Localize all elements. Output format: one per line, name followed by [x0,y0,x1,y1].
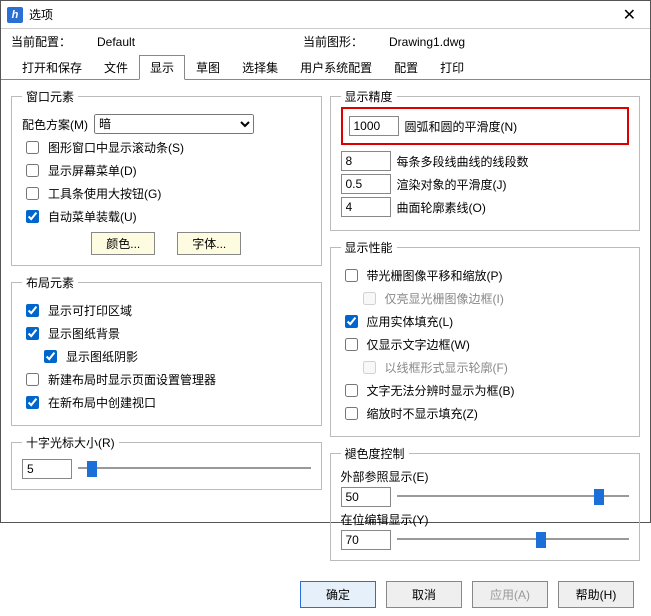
text-frame-checkbox[interactable] [345,338,358,351]
text-box-checkbox[interactable] [345,384,358,397]
color-button[interactable]: 颜色... [91,232,155,255]
inplace-fade-slider[interactable] [397,532,630,548]
printable-area-checkbox[interactable] [26,304,39,317]
apply-button: 应用(A) [472,581,548,608]
display-perf-group: 显示性能 带光栅图像平移和缩放(P) 仅亮显光栅图像边框(I) 应用实体填充(L… [330,239,641,437]
scrollbars-checkbox[interactable] [26,141,39,154]
tab-display[interactable]: 显示 [139,55,185,80]
window-elements-legend: 窗口元素 [22,88,78,105]
display-precision-group: 显示精度 圆弧和圆的平滑度(N) 每条多段线曲线的线段数 渲染对象的平滑度(J)… [330,88,641,231]
xref-fade-label: 外部参照显示(E) [341,468,630,485]
current-drawing-value: Drawing1.dwg [389,35,465,49]
highlight-box: 圆弧和圆的平滑度(N) [341,107,630,145]
current-drawing-label: 当前图形： [303,33,383,50]
polyline-segs-label: 每条多段线曲线的线段数 [397,153,529,170]
display-precision-legend: 显示精度 [341,88,397,105]
inplace-fade-label: 在位编辑显示(Y) [341,511,630,528]
cancel-button[interactable]: 取消 [386,581,462,608]
current-config-label: 当前配置： [11,33,91,50]
current-config-value: Default [97,35,297,49]
tab-draft[interactable]: 草图 [185,55,231,80]
crosshair-size-input[interactable] [22,459,72,479]
page-setup-mgr-checkbox[interactable] [26,373,39,386]
layout-elements-legend: 布局元素 [22,274,78,291]
crosshair-group: 十字光标大小(R) [11,434,322,490]
screen-menu-checkbox[interactable] [26,164,39,177]
window-title: 选项 [29,6,615,23]
color-scheme-label: 配色方案(M) [22,116,88,133]
render-smooth-label: 渲染对象的平滑度(J) [397,176,507,193]
wireframe-silh-checkbox [363,361,376,374]
tab-open-save[interactable]: 打开和保存 [11,55,93,80]
fade-control-legend: 褪色度控制 [341,445,409,462]
arc-smooth-label: 圆弧和圆的平滑度(N) [405,118,518,135]
inplace-fade-input[interactable] [341,530,391,550]
surface-lines-label: 曲面轮廓素线(O) [397,199,486,216]
tab-bar: 打开和保存 文件 显示 草图 选择集 用户系统配置 配置 打印 [1,54,650,80]
tab-selection[interactable]: 选择集 [231,55,289,80]
font-button[interactable]: 字体... [177,232,241,255]
highlight-raster-checkbox [363,292,376,305]
tab-config[interactable]: 配置 [383,55,429,80]
app-icon: h [7,7,23,23]
auto-menu-load-checkbox[interactable] [26,210,39,223]
large-buttons-checkbox[interactable] [26,187,39,200]
close-icon[interactable]: ✕ [615,5,644,25]
xref-fade-slider[interactable] [397,489,630,505]
layout-elements-group: 布局元素 显示可打印区域 显示图纸背景 显示图纸阴影 新建布局时显示页面设置管理… [11,274,322,426]
crosshair-legend: 十字光标大小(R) [22,434,119,451]
color-scheme-select[interactable]: 暗 [94,114,254,134]
arc-smooth-input[interactable] [349,116,399,136]
paper-bg-checkbox[interactable] [26,327,39,340]
polyline-segs-input[interactable] [341,151,391,171]
solid-fill-checkbox[interactable] [345,315,358,328]
create-viewport-checkbox[interactable] [26,396,39,409]
ok-button[interactable]: 确定 [300,581,376,608]
tab-print[interactable]: 打印 [429,55,475,80]
display-perf-legend: 显示性能 [341,239,397,256]
render-smooth-input[interactable] [341,174,391,194]
window-elements-group: 窗口元素 配色方案(M) 暗 图形窗口中显示滚动条(S) 显示屏幕菜单(D) 工… [11,88,322,266]
crosshair-slider[interactable] [78,461,311,477]
paper-shadow-checkbox[interactable] [44,350,57,363]
help-button[interactable]: 帮助(H) [558,581,634,608]
tab-user-config[interactable]: 用户系统配置 [289,55,383,80]
fade-control-group: 褪色度控制 外部参照显示(E) 在位编辑显示(Y) [330,445,641,561]
tab-file[interactable]: 文件 [93,55,139,80]
xref-fade-input[interactable] [341,487,391,507]
surface-lines-input[interactable] [341,197,391,217]
zoom-no-fill-checkbox[interactable] [345,407,358,420]
pan-zoom-raster-checkbox[interactable] [345,269,358,282]
